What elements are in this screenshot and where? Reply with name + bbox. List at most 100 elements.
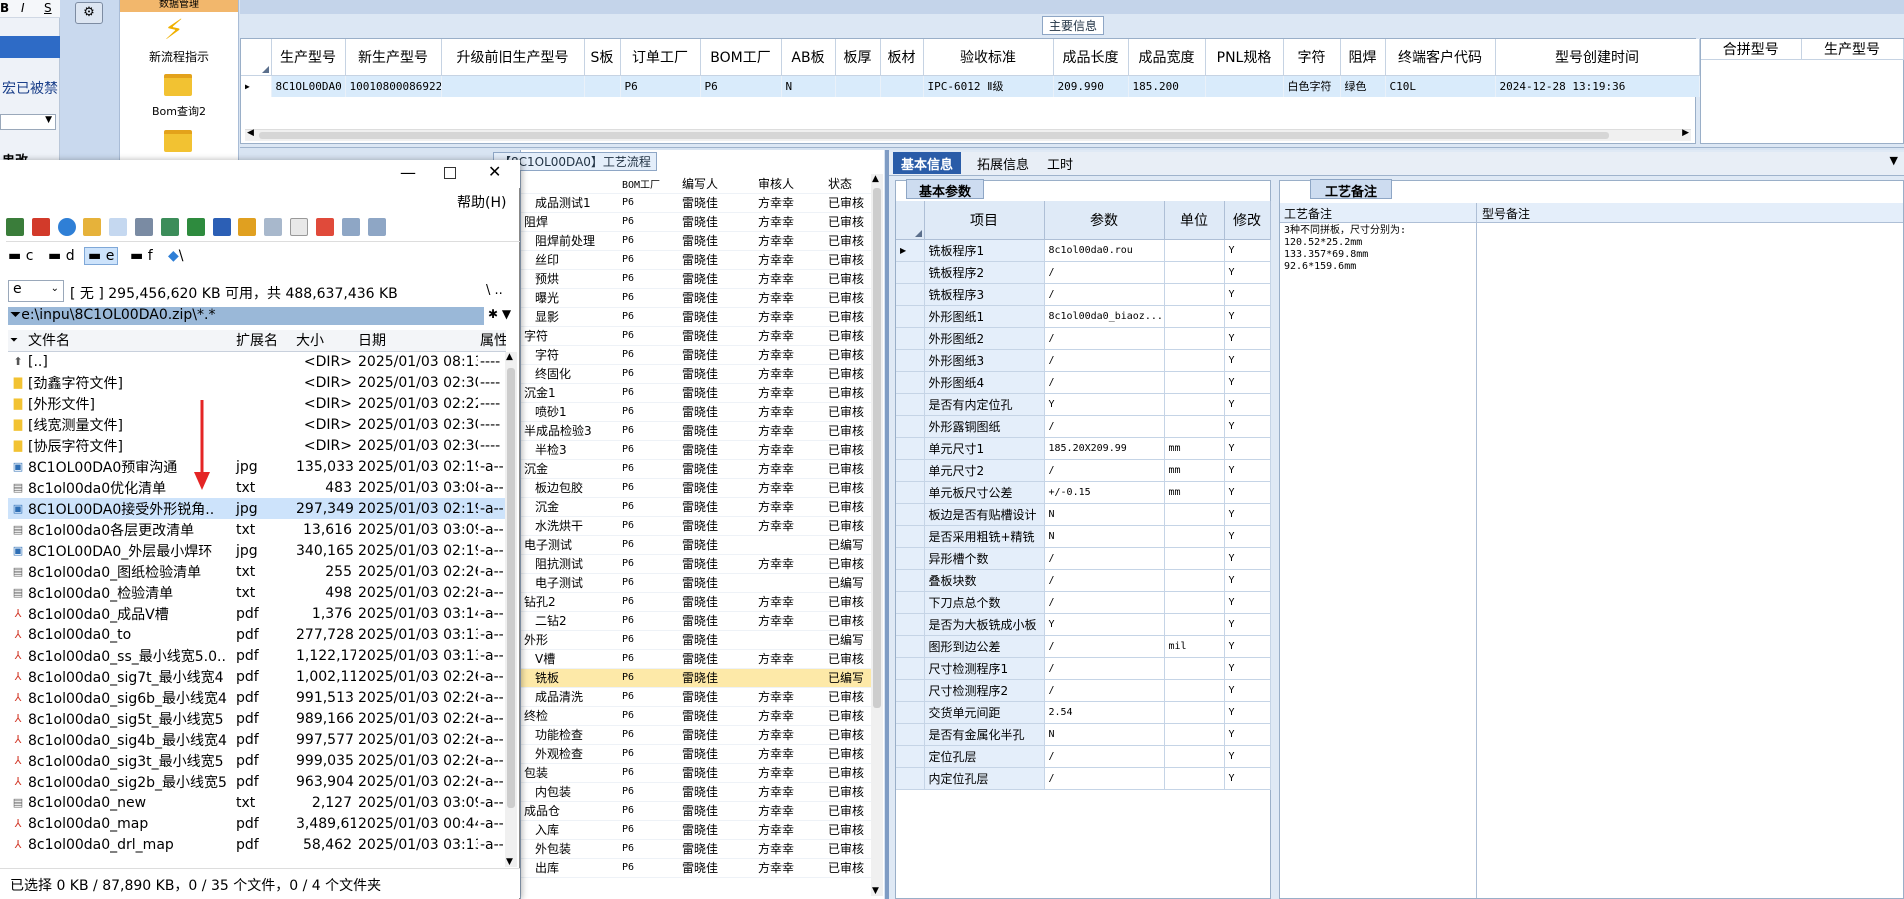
col-header[interactable]: 扩展名 (234, 330, 294, 351)
col-header[interactable]: 审核人 (755, 174, 825, 194)
flow-row[interactable]: 沉金 P6 雷晓佳 方幸幸 已审核 (521, 459, 871, 479)
file-row[interactable]: ▤ 8c1ol00da0_检验清单 txt 498 2025/01/03 02:28 -a… (8, 582, 506, 603)
param-row[interactable]: 外形露铜图纸 / Y (896, 415, 1271, 438)
param-unit[interactable]: mm (1164, 437, 1225, 460)
flow-row[interactable]: 曝光 P6 雷晓佳 方幸幸 已审核 (521, 288, 871, 308)
param-modify[interactable]: Y (1224, 767, 1271, 790)
drive-e[interactable]: ▬ e (84, 247, 119, 265)
param-row[interactable]: 外形图纸4/ Y (896, 371, 1271, 394)
param-row[interactable]: 单元尺寸2/mm Y (896, 459, 1271, 482)
param-row[interactable]: 是否有金属化半孔 N Y (896, 723, 1271, 746)
lightning-icon[interactable]: ⚡ (164, 13, 184, 46)
param-row[interactable]: 内定位孔层 / Y (896, 767, 1271, 790)
col-header[interactable]: BOM工厂 (619, 174, 679, 194)
param-row[interactable]: 外形图纸3/ Y (896, 349, 1271, 372)
param-unit[interactable] (1164, 349, 1225, 372)
cell[interactable]: 白色字符 (1283, 75, 1341, 97)
param-row[interactable]: 外形图纸1 8c1ol00da0_biaoz... Y (896, 305, 1271, 328)
param-unit[interactable] (1164, 745, 1225, 768)
param-modify[interactable]: Y (1224, 415, 1271, 438)
param-modify[interactable]: Y (1224, 657, 1271, 680)
param-unit[interactable]: mm (1164, 459, 1225, 482)
col-header[interactable]: 字符 (1283, 39, 1341, 76)
col-header[interactable]: 项目 (924, 201, 1045, 240)
param-row[interactable]: 板边是否有贴槽设计 N Y (896, 503, 1271, 526)
flow-row[interactable]: 预烘 P6 雷晓佳 方幸幸 已审核 (521, 269, 871, 289)
cell[interactable] (584, 75, 621, 97)
font-icon[interactable] (83, 218, 102, 236)
param-unit[interactable] (1164, 613, 1225, 636)
param-value[interactable]: / (1044, 657, 1165, 680)
drive-root[interactable]: ◆\ (168, 248, 184, 264)
shield-icon[interactable] (238, 218, 257, 236)
col-header[interactable]: 文件名 (26, 330, 234, 351)
param-value[interactable]: / (1044, 679, 1165, 702)
file-row[interactable]: ⅄ 8c1ol00da0_sig5t_最小线宽5 pdf 989,166 2025/01… (8, 708, 506, 729)
col-header[interactable]: 单位 (1164, 201, 1225, 240)
file-row[interactable]: ▤ 8c1ol00da0各层更改清单 txt 13,616 2025/01/03 03:… (8, 519, 506, 540)
col-header[interactable]: 验收标准 (923, 39, 1054, 76)
col-header[interactable]: 型号创建时间 (1495, 39, 1700, 76)
name-box[interactable]: ▼ (0, 114, 56, 130)
flow-row[interactable]: 半成品检验3 P6 雷晓佳 方幸幸 已审核 (521, 421, 871, 441)
panel-icon[interactable] (341, 218, 360, 236)
param-value[interactable]: / (1044, 349, 1165, 372)
bom-query-button[interactable]: Bom查询2 (120, 103, 238, 119)
param-unit[interactable] (1164, 239, 1225, 262)
table-row[interactable]: ▶ 8C1OL00DA0 10010800086922 P6 P6 N IPC-… (241, 75, 1716, 97)
file-row[interactable]: ▇ [协辰字符文件] <DIR> 2025/01/03 02:30 ---- (8, 435, 506, 456)
drive-c[interactable]: ▬ c (8, 248, 33, 264)
flow-row[interactable]: 内包装 P6 雷晓佳 方幸幸 已审核 (521, 782, 871, 802)
flow-row[interactable]: 入库 P6 雷晓佳 方幸幸 已审核 (521, 820, 871, 840)
param-row[interactable]: 图形到边公差 / mil Y (896, 635, 1271, 658)
file-row[interactable]: ⅄ 8c1ol00da0_to pdf 277,728 2025/01/03 03:13… (8, 624, 506, 645)
minimize-button[interactable]: — (400, 163, 416, 182)
cell[interactable]: 209.990 (1053, 75, 1129, 97)
menu-help[interactable]: 帮助(H) (457, 192, 506, 212)
tab-extended-info[interactable]: 拓展信息 (969, 152, 1037, 174)
param-modify[interactable]: Y (1224, 547, 1271, 570)
param-value[interactable]: Y (1044, 613, 1165, 636)
bold-button[interactable]: B (0, 1, 9, 15)
param-value[interactable]: Y (1044, 393, 1165, 416)
flow-row[interactable]: 成品清洗 P6 雷晓佳 方幸幸 已审核 (521, 687, 871, 707)
cell[interactable]: 8C1OL00DA0 (271, 75, 346, 97)
drive-f[interactable]: ▬ f (130, 248, 153, 264)
file-row[interactable]: ▤ 8c1ol00da0优化清单 txt 483 2025/01/03 03:08 -a-… (8, 477, 506, 498)
param-unit[interactable] (1164, 415, 1225, 438)
file-row[interactable]: ⅄ 8c1ol00da0_sig6b_最小线宽4 pdf 991,513 2025/01… (8, 687, 506, 708)
param-modify[interactable]: Y (1224, 261, 1271, 284)
param-row[interactable]: 单元尺寸1 185.20X209.99 mm Y (896, 437, 1271, 460)
cell[interactable]: 绿色 (1340, 75, 1386, 97)
param-unit[interactable] (1164, 657, 1225, 680)
cell[interactable]: C10L (1385, 75, 1496, 97)
param-unit[interactable]: mil (1164, 635, 1225, 658)
cell[interactable] (835, 75, 881, 97)
param-unit[interactable] (1164, 701, 1225, 724)
col-header[interactable]: 成品长度 (1053, 39, 1129, 76)
flow-row[interactable]: 阻焊前处理 P6 雷晓佳 方幸幸 已审核 (521, 231, 871, 251)
param-unit[interactable] (1164, 393, 1225, 416)
param-value[interactable]: 8c1ol00da0.rou (1044, 239, 1165, 262)
drive-d[interactable]: ▬ d (48, 248, 75, 264)
flow-row[interactable]: 喷砂1 P6 雷晓佳 方幸幸 已审核 (521, 402, 871, 422)
path-right[interactable]: \ .. (486, 283, 503, 298)
param-modify[interactable]: Y (1224, 679, 1271, 702)
file-vscrollbar[interactable]: ▲ ▼ (505, 352, 517, 867)
flow-row[interactable]: 丝印 P6 雷晓佳 方幸幸 已审核 (521, 250, 871, 270)
param-unit[interactable] (1164, 679, 1225, 702)
doc-icon[interactable] (109, 218, 128, 236)
col-header[interactable]: 属性 (478, 330, 506, 351)
cell[interactable]: IPC-6012 Ⅱ级 (923, 75, 1054, 97)
param-unit[interactable] (1164, 547, 1225, 570)
file-row[interactable]: ⅄ 8c1ol00da0_成品V槽 pdf 1,376 2025/01/03 03:14… (8, 603, 506, 624)
path-bar[interactable]: ⏷e:\inpu\8C1OL00DA0.zip\*.* (8, 307, 484, 325)
flow-row[interactable]: 终固化 P6 雷晓佳 方幸幸 已审核 (521, 364, 871, 384)
file-row[interactable]: ⅄ 8c1ol00da0_sig3t_最小线宽5 pdf 999,035 2025/01… (8, 750, 506, 771)
param-modify[interactable]: Y (1224, 283, 1271, 306)
param-value[interactable]: / (1044, 591, 1165, 614)
flow-row[interactable]: 沉金 P6 雷晓佳 方幸幸 已审核 (521, 497, 871, 517)
file-row[interactable]: ⅄ 8c1ol00da0_sig4b_最小线宽4 pdf 997,577 2025/01… (8, 729, 506, 750)
tab-basic-info[interactable]: 基本信息 (893, 152, 962, 174)
param-value[interactable]: / (1044, 459, 1165, 482)
